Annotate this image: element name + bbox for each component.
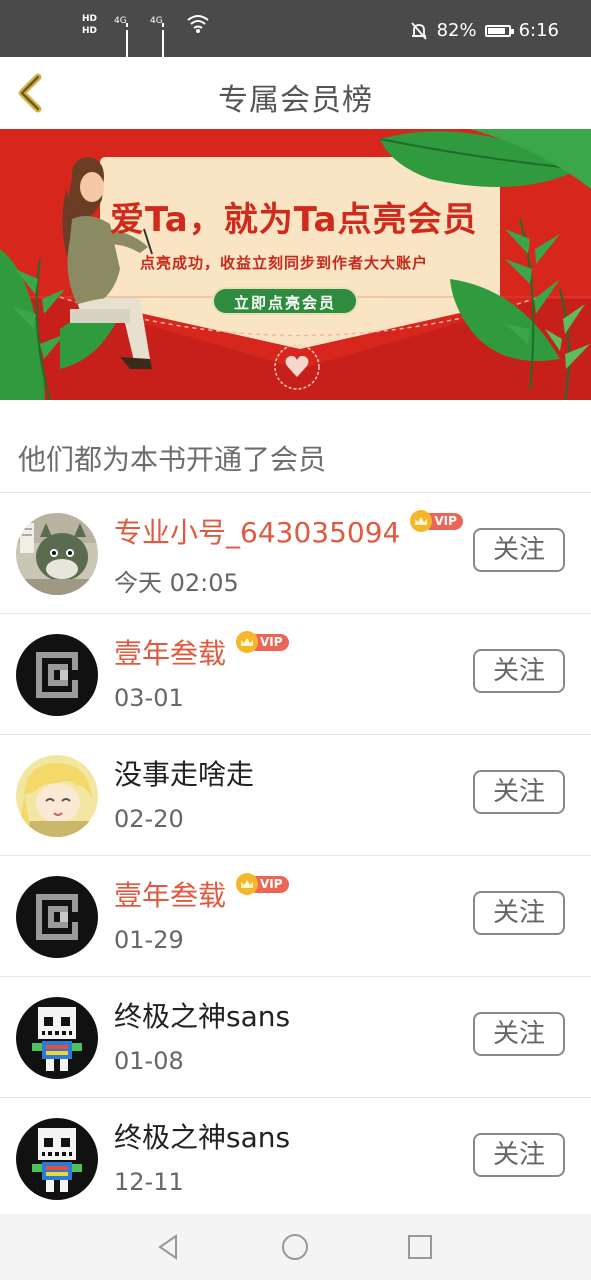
member-row: 没事走啥走 02-20 关注 — [0, 735, 591, 856]
battery-icon — [484, 24, 514, 37]
mute-bell-icon — [410, 21, 427, 40]
follow-button[interactable]: 关注 — [473, 1012, 565, 1056]
pixel-c-avatar-icon — [16, 876, 98, 958]
join-date: 02-20 — [114, 805, 184, 833]
follow-button[interactable]: 关注 — [473, 528, 565, 572]
vip-badge: VIP — [236, 873, 289, 895]
nav-back-button[interactable] — [154, 1231, 186, 1263]
vip-badge: VIP — [236, 631, 289, 653]
hd-label-1: HD — [82, 14, 98, 24]
hd-label-2: HD — [82, 26, 98, 36]
user-name[interactable]: 壹年叁载 — [114, 874, 226, 914]
anime-girl-avatar-icon — [16, 755, 98, 837]
clock: 6:16 — [518, 20, 559, 41]
section-heading: 他们都为本书开通了会员 — [18, 443, 327, 476]
banner-headline: 爱Ta，就为Ta点亮会员 — [110, 200, 478, 240]
join-date: 今天 02:05 — [114, 569, 239, 597]
vip-badge: VIP — [410, 510, 463, 532]
follow-button[interactable]: 关注 — [473, 649, 565, 693]
user-avatar[interactable] — [16, 755, 98, 837]
user-name[interactable]: 没事走啥走 — [114, 753, 254, 793]
nav-home-button[interactable] — [279, 1231, 311, 1263]
join-date: 03-01 — [114, 684, 184, 712]
member-row: 专业小号_643035094 VIP 今天 02:05 关注 — [0, 493, 591, 614]
promo-banner[interactable]: 爱Ta，就为Ta点亮会员 点亮成功，收益立刻同步到作者大大账户 立即点亮会员 — [0, 129, 591, 400]
member-list: 专业小号_643035094 VIP 今天 02:05 关注 壹年叁载 VIP … — [0, 493, 591, 1218]
network-label-1: 4G — [114, 16, 127, 26]
join-date: 01-29 — [114, 926, 184, 954]
banner-subtitle: 点亮成功，收益立刻同步到作者大大账户 — [140, 254, 429, 272]
follow-button[interactable]: 关注 — [473, 770, 565, 814]
system-nav-bar — [0, 1214, 591, 1280]
user-name[interactable]: 专业小号_643035094 — [114, 511, 400, 551]
crown-icon — [236, 631, 259, 653]
signal-bars-icon-2 — [162, 17, 165, 60]
signal-bars-icon-1 — [126, 17, 129, 60]
status-bar: HD HD 4G 4G 82% 6:16 — [0, 0, 591, 60]
follow-button[interactable]: 关注 — [473, 891, 565, 935]
member-row: 壹年叁载 VIP 03-01 关注 — [0, 614, 591, 735]
header-bar: 专属会员榜 — [0, 57, 591, 129]
user-avatar[interactable] — [16, 997, 98, 1079]
join-date: 12-11 — [114, 1168, 184, 1196]
battery-percent: 82% — [436, 20, 477, 41]
cat-avatar-icon — [16, 513, 98, 595]
home-circle-icon — [282, 1234, 308, 1260]
user-avatar[interactable] — [16, 634, 98, 716]
user-name[interactable]: 壹年叁载 — [114, 632, 226, 672]
member-row: 终极之神sans 12-11 关注 — [0, 1098, 591, 1218]
recents-square-icon — [408, 1235, 432, 1259]
member-row: 终极之神sans 01-08 关注 — [0, 977, 591, 1098]
nav-recents-button[interactable] — [404, 1231, 436, 1263]
crown-icon — [236, 873, 259, 895]
pixel-skull-avatar-icon — [16, 1118, 98, 1200]
join-date: 01-08 — [114, 1047, 184, 1075]
member-row: 壹年叁载 VIP 01-29 关注 — [0, 856, 591, 977]
wifi-icon — [187, 15, 209, 33]
user-avatar[interactable] — [16, 876, 98, 958]
user-avatar[interactable] — [16, 1118, 98, 1200]
activate-membership-button[interactable]: 立即点亮会员 — [212, 287, 358, 315]
back-triangle-icon — [158, 1234, 177, 1260]
page-title: 专属会员榜 — [218, 83, 373, 118]
follow-button[interactable]: 关注 — [473, 1133, 565, 1177]
status-right: 82% 6:16 — [409, 20, 559, 41]
pixel-c-avatar-icon — [16, 634, 98, 716]
pixel-skull-avatar-icon — [16, 997, 98, 1079]
user-name[interactable]: 终极之神sans — [114, 1116, 290, 1156]
network-label-2: 4G — [150, 16, 163, 26]
user-name[interactable]: 终极之神sans — [114, 995, 290, 1035]
user-avatar[interactable] — [16, 513, 98, 595]
